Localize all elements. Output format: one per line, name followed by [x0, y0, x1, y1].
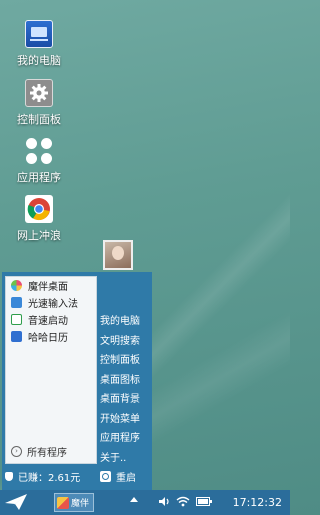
battery-icon[interactable] [196, 497, 212, 506]
money-bag-icon [5, 472, 13, 481]
power-icon [100, 471, 111, 482]
program-item-launcher[interactable]: 音速启动 [6, 311, 96, 328]
shortcut-item[interactable]: 关于.. [100, 449, 140, 469]
clock[interactable]: 17:12:32 [233, 496, 282, 509]
tray-expand-icon[interactable] [130, 497, 138, 502]
desktop-icon-control-panel[interactable]: 控制面板 [8, 79, 70, 127]
paper-plane-icon [5, 493, 27, 510]
shortcut-item[interactable]: 应用程序 [100, 429, 140, 449]
restart-button[interactable]: 重启 [100, 469, 136, 484]
earnings-label: 已赚：2.61元 [18, 473, 81, 484]
all-programs-label: 所有程序 [27, 448, 67, 459]
desktop-icon-web-browser[interactable]: 网上冲浪 [8, 195, 70, 243]
program-item-moban-desktop[interactable]: 魔伴桌面 [6, 277, 96, 294]
v-launcher-icon [11, 314, 22, 325]
program-item-calendar[interactable]: 哈哈日历 [6, 328, 96, 345]
shortcut-item[interactable]: 开始菜单 [100, 410, 140, 430]
taskbar-app-moban[interactable]: 魔伴 [54, 493, 94, 512]
program-list: 魔伴桌面 光速输入法 音速启动 哈哈日历 › 所有程序 [5, 276, 97, 464]
start-menu: 魔伴桌面 光速输入法 音速启动 哈哈日历 › 所有程序 我的电脑 文明搜索 控制… [2, 240, 152, 490]
apps-grid-icon [25, 137, 53, 165]
shortcut-item[interactable]: 我的电脑 [100, 312, 140, 332]
computer-icon [25, 20, 53, 48]
shortcut-item[interactable]: 桌面背景 [100, 390, 140, 410]
desktop-icon-label: 我的电脑 [17, 54, 61, 67]
taskbar-app-label: 魔伴 [71, 499, 90, 509]
wifi-icon[interactable] [176, 496, 190, 507]
program-item-ime[interactable]: 光速输入法 [6, 294, 96, 311]
desktop-icon-applications[interactable]: 应用程序 [8, 137, 70, 185]
shortcut-item[interactable]: 控制面板 [100, 351, 140, 371]
gear-icon [25, 79, 53, 107]
program-label: 哈哈日历 [28, 333, 68, 344]
desktop-icon-label: 网上冲浪 [17, 229, 61, 242]
program-label: 魔伴桌面 [28, 282, 68, 293]
taskbar: 魔伴 17:12:32 [0, 490, 290, 515]
chrome-icon [25, 195, 53, 223]
calendar-icon [11, 331, 22, 342]
system-tray [158, 496, 218, 507]
earnings-status[interactable]: 已赚：2.61元 [5, 469, 80, 484]
volume-icon[interactable] [158, 496, 170, 507]
program-label: 音速启动 [28, 316, 68, 327]
shortcut-item[interactable]: 文明搜索 [100, 332, 140, 352]
start-button[interactable] [4, 493, 28, 513]
desktop-icon-label: 控制面板 [17, 113, 61, 126]
program-label: 光速输入法 [28, 299, 78, 310]
all-programs-button[interactable]: › 所有程序 [6, 444, 67, 459]
pinwheel-icon [11, 280, 22, 291]
ime-g-icon [11, 297, 22, 308]
user-avatar[interactable] [103, 240, 133, 270]
desktop-icon-label: 应用程序 [17, 171, 61, 184]
moban-icon [57, 496, 69, 509]
desktop-icon-my-computer[interactable]: 我的电脑 [8, 20, 70, 68]
shortcut-item[interactable]: 桌面图标 [100, 371, 140, 391]
shortcut-list: 我的电脑 文明搜索 控制面板 桌面图标 桌面背景 开始菜单 应用程序 关于.. [100, 312, 140, 468]
restart-label: 重启 [116, 473, 136, 484]
arrow-right-icon: › [11, 446, 22, 457]
